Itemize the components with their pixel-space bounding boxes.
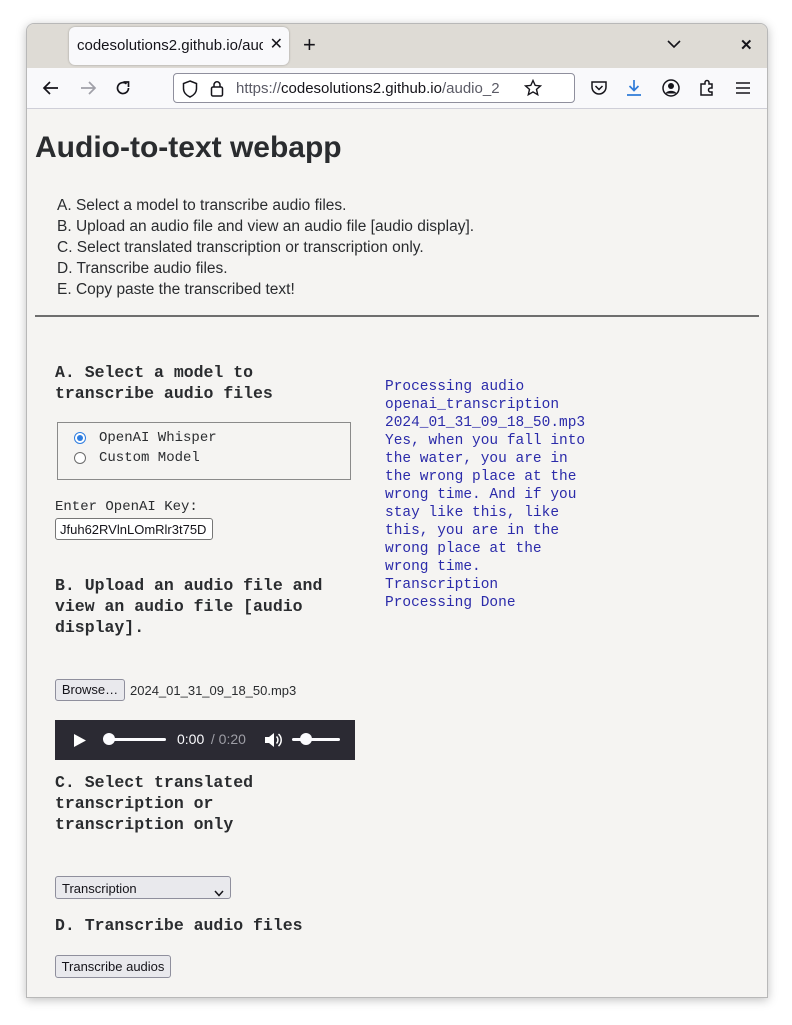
- step-item-b: B. Upload an audio file and view an audi…: [57, 218, 475, 235]
- output-line: Processing Done: [385, 595, 516, 611]
- output-line: 2024_01_31_09_18_50.mp3: [385, 415, 586, 431]
- output-line: wrong time.: [385, 559, 481, 575]
- section-c-heading: C. Select translated transcription or tr…: [55, 773, 254, 834]
- seek-thumb[interactable]: [103, 733, 115, 745]
- output-line: wrong place at the: [385, 541, 542, 557]
- radio-option-openai-whisper[interactable]: OpenAI Whisper: [74, 429, 217, 447]
- section-b-heading: B. Upload an audio file and view an audi…: [55, 576, 323, 637]
- browser-window: codesolutions2.github.io/audio_2 ✕ + ✕ h…: [26, 23, 768, 998]
- divider: [35, 315, 759, 317]
- steps-list: A. Select a model to transcribe audio fi…: [57, 195, 474, 300]
- transcription-output: Processing audio openai_transcription 20…: [385, 378, 585, 612]
- step-item-c: C. Select translated transcription or tr…: [57, 239, 424, 256]
- url-path: /audio_2: [441, 80, 500, 97]
- section-d-heading: D. Transcribe audio files: [55, 916, 303, 935]
- openai-key-label: Enter OpenAI Key:: [55, 499, 198, 515]
- browse-button[interactable]: Browse…: [55, 679, 125, 701]
- output-line: stay like this, like: [385, 505, 560, 521]
- audio-player: 0:00 / 0:20: [55, 720, 355, 760]
- duration: / 0:20: [207, 731, 246, 747]
- back-icon[interactable]: [41, 78, 61, 98]
- transcribe-button[interactable]: Transcribe audios: [55, 955, 171, 978]
- navigation-toolbar: https://codesolutions2.github.io/audio_2: [27, 68, 767, 109]
- radio-option-custom-model[interactable]: Custom Model: [74, 449, 200, 467]
- play-icon[interactable]: [73, 733, 87, 753]
- lock-icon[interactable]: [210, 80, 224, 102]
- chevron-down-icon: [214, 884, 224, 902]
- new-tab-icon[interactable]: +: [303, 34, 316, 56]
- openai-key-input[interactable]: Jfuh62RVlnLOmRlr3t75D: [55, 518, 213, 540]
- volume-thumb[interactable]: [300, 733, 313, 745]
- output-line: the water, you are in: [385, 451, 568, 467]
- radio-label: Custom Model: [99, 450, 200, 466]
- output-line: openai_transcription: [385, 397, 560, 413]
- page-content: Audio-to-text webapp A. Select a model t…: [27, 109, 767, 997]
- pocket-icon[interactable]: [589, 78, 609, 98]
- radio-label: OpenAI Whisper: [99, 430, 217, 446]
- model-radio-group: OpenAI Whisper Custom Model: [57, 422, 351, 480]
- close-tab-icon[interactable]: ✕: [270, 34, 283, 54]
- output-line: Transcription: [385, 577, 499, 593]
- bookmark-star-icon[interactable]: [523, 78, 543, 102]
- tab-bar: codesolutions2.github.io/audio_2 ✕ + ✕: [27, 24, 767, 68]
- tab-title: codesolutions2.github.io/audio_2: [77, 37, 263, 54]
- extensions-icon[interactable]: [697, 78, 717, 98]
- output-line: wrong time. And if you: [385, 487, 577, 503]
- radio-button[interactable]: [74, 452, 86, 464]
- url-scheme: https://: [236, 80, 282, 97]
- page-title: Audio-to-text webapp: [35, 131, 342, 164]
- volume-slider[interactable]: [292, 733, 340, 745]
- step-item-a: A. Select a model to transcribe audio fi…: [57, 197, 347, 214]
- browser-tab[interactable]: codesolutions2.github.io/audio_2 ✕: [69, 27, 289, 65]
- window-close-icon[interactable]: ✕: [740, 36, 753, 54]
- url-host: codesolutions2.github.io: [281, 80, 442, 97]
- tab-list-chevron-icon[interactable]: [667, 36, 681, 54]
- address-bar[interactable]: https://codesolutions2.github.io/audio_2: [173, 73, 575, 103]
- selected-file-name: 2024_01_31_09_18_50.mp3: [130, 683, 297, 698]
- output-line: this, you are in the: [385, 523, 560, 539]
- select-value: Transcription: [62, 881, 137, 896]
- seek-bar[interactable]: [103, 733, 166, 745]
- section-a-heading: A. Select a model to transcribe audio fi…: [55, 363, 273, 403]
- output-line: Processing audio: [385, 379, 525, 395]
- menu-icon[interactable]: [733, 78, 753, 98]
- forward-icon[interactable]: [78, 78, 98, 98]
- radio-button-selected[interactable]: [74, 432, 86, 444]
- output-line: the wrong place at the: [385, 469, 577, 485]
- current-time: 0:00: [177, 731, 205, 747]
- account-icon[interactable]: [661, 78, 681, 98]
- downloads-icon[interactable]: [624, 78, 644, 98]
- step-item-e: E. Copy paste the transcribed text!: [57, 281, 295, 298]
- shield-icon[interactable]: [182, 80, 198, 103]
- url-text: https://codesolutions2.github.io/audio_2: [236, 80, 514, 97]
- transcription-mode-select[interactable]: Transcription: [55, 876, 231, 899]
- reload-icon[interactable]: [113, 78, 133, 98]
- step-item-d: D. Transcribe audio files.: [57, 260, 228, 277]
- volume-icon[interactable]: [264, 732, 282, 753]
- output-line: Yes, when you fall into: [385, 433, 586, 449]
